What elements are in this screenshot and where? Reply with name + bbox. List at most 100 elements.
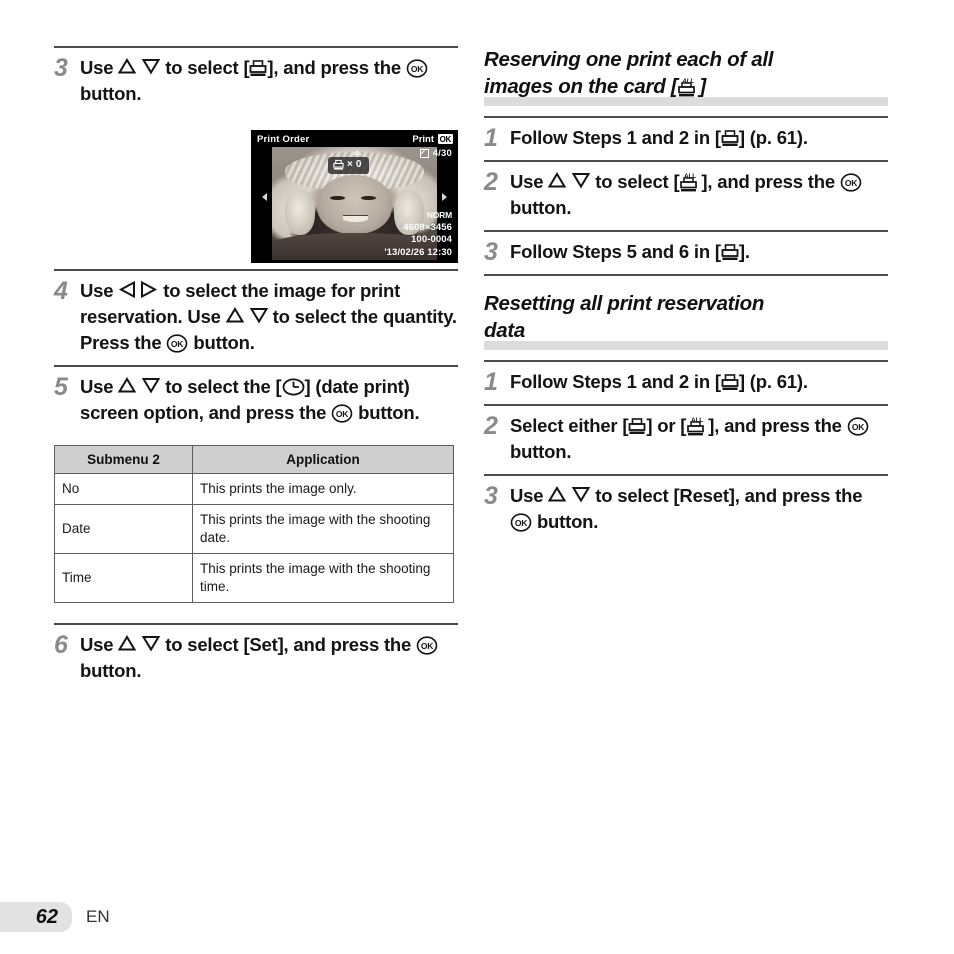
- print-order-icon: [628, 418, 646, 434]
- step-text-part: to select the [: [165, 376, 282, 397]
- frame-counter-value: 4/30: [432, 148, 452, 159]
- up-down-triangle-icon: [118, 58, 161, 75]
- printer-icon: [333, 159, 344, 170]
- table-header-application: Application: [192, 445, 454, 474]
- step-number: 3: [484, 238, 498, 266]
- table-cell-application: This prints the image only.: [192, 473, 454, 505]
- step-text-part: Follow Steps 1 and 2 in [: [510, 371, 721, 392]
- page-number-tab: 62: [0, 902, 72, 932]
- manual-page: 3 Use to select [ ], and press the OK bu…: [0, 0, 954, 954]
- ok-button-icon: OK: [416, 636, 438, 655]
- left-column: 3 Use to select [ ], and press the OK bu…: [54, 46, 458, 693]
- submenu-application-table: Submenu 2 Application No This prints the…: [54, 445, 454, 603]
- step-text-part: button.: [536, 511, 599, 532]
- frame-counter: 4/30: [419, 148, 452, 159]
- ok-button-icon: OK: [847, 417, 869, 436]
- table-cell-submenu: Time: [54, 553, 193, 603]
- image-file-number: 100-0004: [411, 234, 452, 245]
- reserving-step-1: 1 Follow Steps 1 and 2 in [ ] (p. 61).: [484, 118, 888, 160]
- step-number: 1: [484, 124, 498, 152]
- svg-text:OK: OK: [421, 641, 434, 651]
- svg-text:ALL: ALL: [691, 417, 703, 424]
- step-text-part: ], and press the: [267, 57, 401, 78]
- step-text: Follow Steps 1 and 2 in [ ] (p. 61).: [510, 125, 808, 151]
- resetting-step-1: 1 Follow Steps 1 and 2 in [ ] (p. 61).: [484, 362, 888, 404]
- section-heading-resetting-all: Resetting all print reservation data: [484, 290, 888, 350]
- step-number: 6: [54, 631, 68, 659]
- svg-text:ALL: ALL: [684, 173, 696, 180]
- right-column: Reserving one print each of all images o…: [484, 46, 888, 544]
- heading-underline-bar: [484, 341, 888, 350]
- table-cell-application: This prints the image with the shooting …: [192, 553, 454, 603]
- svg-text:OK: OK: [852, 422, 865, 432]
- up-down-triangle-icon: [118, 377, 161, 394]
- section-heading-line1: Reserving one print each of all: [484, 48, 774, 71]
- step-text: Use to select the image for print reserv…: [80, 278, 458, 356]
- step-text: Use to select [ ], and press the OK butt…: [80, 55, 458, 107]
- photo-mouth: [342, 214, 368, 222]
- section-heading-line2: data: [484, 319, 525, 342]
- step-text-part: ].: [738, 241, 750, 262]
- up-down-triangle-icon: [225, 307, 268, 324]
- step-text: Use to select [Reset], and press the OK …: [510, 483, 888, 535]
- quantity-multiply-symbol: ×: [347, 159, 353, 170]
- svg-text:OK: OK: [515, 518, 528, 528]
- section-heading-line1: Resetting all print reservation: [484, 292, 765, 315]
- table-row: No This prints the image only.: [54, 473, 454, 505]
- step-text: Follow Steps 5 and 6 in [ ].: [510, 239, 750, 265]
- step-number: 2: [484, 412, 498, 440]
- step-text-part: button.: [358, 402, 420, 423]
- ok-badge: OK: [437, 134, 453, 144]
- reserving-step-2: 2 Use to select [ ALL ], and press the O…: [484, 162, 888, 230]
- print-order-icon: [250, 60, 267, 76]
- print-order-icon: [721, 130, 739, 146]
- ok-button-icon: OK: [510, 513, 532, 532]
- step-text-part: Use: [80, 376, 114, 397]
- step-text: Follow Steps 1 and 2 in [ ] (p. 61).: [510, 369, 808, 395]
- step-text-part: Use: [80, 280, 114, 301]
- table-header-submenu: Submenu 2: [54, 445, 193, 474]
- step-text-part: Use: [80, 634, 114, 655]
- camera-lcd-screen: Print Order Print OK 4/30 × 0 NORM 4608×…: [251, 130, 458, 263]
- image-datetime: '13/02/26 12:30: [384, 246, 452, 258]
- photo-face: [316, 175, 393, 234]
- step-text-part: to select [: [595, 171, 680, 192]
- step-text: Use to select [Set], and press the OK bu…: [80, 632, 458, 684]
- resetting-step-3: 3 Use to select [Reset], and press the O…: [484, 476, 888, 544]
- svg-text:OK: OK: [411, 64, 424, 74]
- page-footer: 62 EN: [0, 902, 110, 932]
- page-number: 62: [35, 905, 58, 928]
- print-order-icon: [721, 374, 739, 390]
- photo-eye-left: [329, 195, 345, 201]
- step-text-part: Follow Steps 5 and 6 in [: [510, 241, 721, 262]
- step-text: Use to select the [ ] (date print) scree…: [80, 374, 458, 426]
- step-3: 3 Use to select [ ], and press the OK bu…: [54, 48, 458, 116]
- heading-text-part: images on the card [: [484, 75, 678, 98]
- date-print-clock-icon: [282, 378, 304, 396]
- card-icon: [419, 149, 429, 158]
- next-image-arrow-icon: [442, 193, 447, 201]
- table-cell-submenu: Date: [54, 504, 193, 554]
- step-text-part: Use: [80, 57, 114, 78]
- step-text-part: button.: [80, 660, 142, 681]
- quantity-value: 0: [355, 159, 362, 170]
- step-text: Use to select [ ALL ], and press the OK …: [510, 169, 888, 221]
- up-down-triangle-icon: [118, 635, 161, 652]
- step-text-part: button.: [80, 83, 142, 104]
- step-number: 5: [54, 373, 68, 401]
- table-cell-application: This prints the image with the shooting …: [192, 504, 454, 554]
- photo-eye-right: [361, 195, 376, 201]
- print-quantity-badge: × 0: [328, 157, 370, 174]
- image-resolution: 4608×3456: [403, 221, 452, 233]
- camera-screenshot-figure: Print Order Print OK 4/30 × 0 NORM 4608×…: [251, 130, 458, 263]
- step-text-part: to select [Set], and press the: [165, 634, 412, 655]
- table-header-row: Submenu 2 Application: [54, 445, 454, 474]
- section-heading-line2: images on the card [ ALL ]: [484, 73, 888, 100]
- resetting-step-2: 2 Select either [ ] or [ ALL ], and pres…: [484, 406, 888, 474]
- image-metadata: NORM 4608×3456 100-0004 '13/02/26 12:30: [384, 209, 452, 259]
- print-label: Print: [412, 134, 434, 145]
- up-down-triangle-icon: [548, 486, 591, 503]
- screen-title: Print Order: [257, 134, 310, 145]
- step-text-part: button.: [510, 441, 572, 462]
- step-number: 2: [484, 168, 498, 196]
